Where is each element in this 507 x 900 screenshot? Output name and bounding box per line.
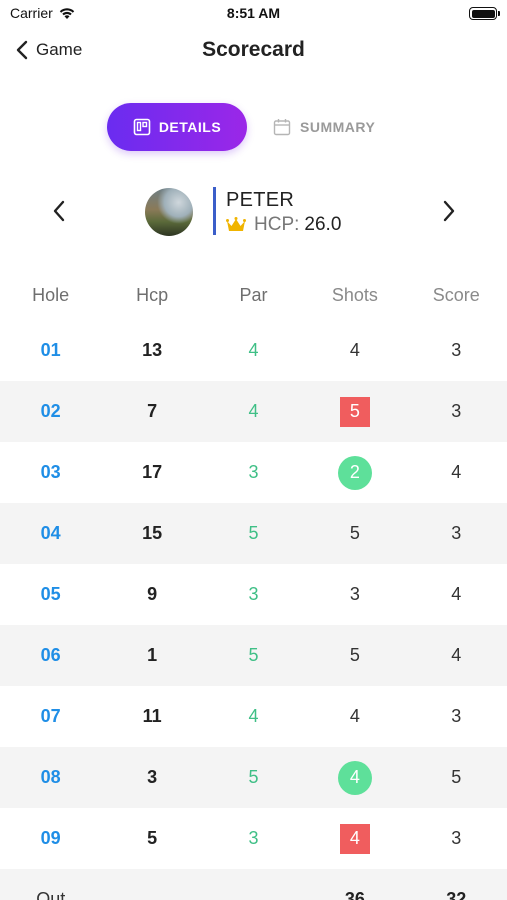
navigation-bar: Game Scorecard [0,30,507,74]
hole-par: 5 [248,523,259,543]
player-divider [213,187,216,235]
hole-hcp: 9 [147,584,158,604]
player-name: PETER [226,189,295,211]
hole-score: 3 [451,401,462,421]
hole-score: 3 [451,340,462,360]
table-row: 03 17 3 2 4 [0,442,507,503]
hole-shots: 4 [304,760,405,795]
hole-shots: 4 [349,706,360,726]
hole-shots: 5 [349,523,360,543]
hole-number: 07 [40,706,61,726]
hole-score: 4 [451,584,462,604]
over-par-badge: 5 [339,396,370,427]
header-shots: Shots [331,284,378,305]
player-selector: PETER HCP: 26.0 [0,183,507,241]
hole-shots: 5 [304,396,405,427]
tab-summary[interactable]: SUMMARY [273,118,375,136]
previous-player-icon[interactable] [52,199,66,223]
tab-summary-label: SUMMARY [300,119,376,135]
hole-number: 06 [40,645,61,665]
hcp-label: HCP: [254,214,300,235]
hole-number: 05 [40,584,61,604]
hole-score: 3 [451,523,462,543]
status-bar: Carrier 8:51 AM [0,0,507,30]
table-row: 07 11 4 4 3 [0,686,507,747]
avatar [145,188,193,236]
view-tabs: DETAILS SUMMARY [107,103,375,151]
total-label: Out [36,888,66,900]
hole-par: 4 [248,401,259,421]
hole-shots: 3 [349,584,360,604]
table-row: 05 9 3 3 4 [0,564,507,625]
hole-hcp: 13 [142,340,163,360]
table-header: Hole Hcp Par Shots Score [0,270,507,320]
hole-score: 4 [451,645,462,665]
over-par-badge: 4 [339,823,370,854]
hole-shots: 5 [349,645,360,665]
hole-par: 3 [248,462,259,482]
total-shots: 36 [344,888,365,900]
tab-details[interactable]: DETAILS [107,103,247,151]
details-icon [133,118,151,136]
hole-hcp: 17 [142,462,163,482]
table-row: 02 7 4 5 3 [0,381,507,442]
hole-score: 3 [451,706,462,726]
next-player-icon[interactable] [442,199,456,223]
under-par-badge: 2 [337,455,372,490]
hole-shots: 4 [349,340,360,360]
table-row: 06 1 5 5 4 [0,625,507,686]
under-par-badge: 4 [337,760,372,795]
page-title: Scorecard [202,38,305,61]
header-par: Par [239,284,268,305]
hole-hcp: 5 [147,828,158,848]
hole-par: 3 [248,828,259,848]
hole-score: 3 [451,828,462,848]
hole-number: 08 [40,767,61,787]
table-row: 01 13 4 4 3 [0,320,507,381]
hole-par: 5 [248,645,259,665]
hole-number: 01 [40,340,61,360]
clock: 8:51 AM [226,5,281,21]
tab-details-label: DETAILS [158,119,222,135]
total-row: Out 36 32 [0,869,507,900]
hole-score: 4 [451,462,462,482]
hole-number: 02 [40,401,61,421]
hole-par: 3 [248,584,259,604]
crown-icon [226,217,246,231]
hole-hcp: 1 [147,645,158,665]
hole-number: 04 [40,523,61,543]
player-handicap: HCP: 26.0 [226,214,341,236]
table-row: 08 3 5 4 5 [0,747,507,808]
header-hole: Hole [32,284,70,305]
hole-number: 03 [40,462,61,482]
hole-par: 4 [248,340,259,360]
table-row: 04 15 5 5 3 [0,503,507,564]
battery-icon [469,7,500,20]
hole-shots: 4 [304,823,405,854]
table-row: 09 5 3 4 3 [0,808,507,869]
header-score: Score [432,284,480,305]
header-hcp: Hcp [136,284,169,305]
table-body: 01 13 4 4 3 02 7 4 5 3 03 17 3 2 4 04 15 5 5 3 05 9 3 3 4 06 1 5 5 4 0… [0,320,507,869]
hole-hcp: 7 [147,401,158,421]
total-score: 32 [446,888,467,900]
hole-par: 4 [248,706,259,726]
hole-shots: 2 [304,455,405,490]
calendar-icon [273,119,291,136]
hole-hcp: 3 [147,767,158,787]
hcp-value: 26.0 [304,214,342,235]
hole-par: 5 [248,767,259,787]
hole-hcp: 11 [142,706,162,726]
scorecard-table: Hole Hcp Par Shots Score 01 13 4 4 3 02 7 4 5 3 03… [0,270,507,900]
hole-hcp: 15 [142,523,163,543]
hole-score: 5 [451,767,462,787]
hole-number: 09 [40,828,61,848]
